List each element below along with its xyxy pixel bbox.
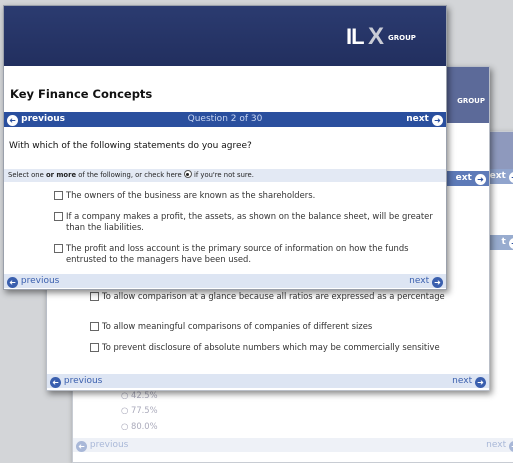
- next-arrow-icon[interactable]: ➜: [475, 174, 486, 185]
- previous-arrow-icon[interactable]: ➜: [7, 277, 18, 288]
- option-text: To allow meaningful comparisons of compa…: [102, 321, 373, 331]
- ilx-group-logo: IL X GROUP: [346, 23, 436, 50]
- radio-option-label: 77.5%: [130, 405, 158, 415]
- not-sure-radio[interactable]: [183, 170, 192, 178]
- radio-dot-icon: [186, 172, 190, 176]
- option-text: If a company makes a profit, the assets,…: [66, 211, 433, 232]
- checkbox[interactable]: [90, 292, 99, 301]
- checkbox[interactable]: [54, 244, 63, 253]
- instruction-bold: or more: [45, 171, 77, 179]
- option-partial[interactable]: To allow comparison at a glance because …: [90, 291, 484, 302]
- next-link[interactable]: t: [502, 237, 506, 247]
- option-text: To prevent disclosure of absolute number…: [102, 342, 440, 352]
- option[interactable]: To allow meaningful comparisons of compa…: [90, 321, 484, 332]
- checkbox[interactable]: [90, 343, 99, 352]
- option[interactable]: If a company makes a profit, the assets,…: [54, 211, 439, 233]
- next-arrow-icon[interactable]: ➜: [509, 441, 513, 452]
- previous-link[interactable]: previous: [21, 276, 59, 286]
- question-counter: Question 2 of 30: [187, 114, 263, 124]
- option-text: To allow comparison at a glance because …: [102, 291, 445, 301]
- logo-group-text: GROUP: [457, 97, 485, 105]
- next-arrow-icon[interactable]: ➜: [509, 172, 513, 183]
- radio-option[interactable]: ○ 80.0%: [121, 421, 158, 432]
- next-link[interactable]: ext: [456, 173, 472, 183]
- next-arrow-icon[interactable]: ➜: [475, 377, 486, 388]
- next-link[interactable]: next: [486, 440, 506, 450]
- previous-link[interactable]: previous: [64, 376, 102, 386]
- instruction-bar: Select one or more of the following, or …: [4, 169, 446, 182]
- window-back-footer: ➜ previous next ➜: [73, 438, 513, 452]
- window-front-banner: IL X GROUP: [4, 6, 446, 66]
- question-text: With which of the following statements d…: [9, 141, 252, 151]
- logo-x: X: [368, 23, 385, 50]
- option[interactable]: To prevent disclosure of absolute number…: [90, 342, 484, 353]
- radio-option[interactable]: ○ 77.5%: [121, 405, 158, 416]
- instruction-prefix: Select one: [8, 171, 44, 179]
- radio-option-label: 42.5%: [130, 390, 158, 400]
- front-footer: ➜ previous next ➜: [4, 274, 446, 288]
- option-text: The owners of the business are known as …: [66, 190, 316, 200]
- page-title: Key Finance Concepts: [10, 87, 153, 101]
- instruction-suffix: if you're not sure.: [193, 171, 254, 179]
- next-link[interactable]: next: [452, 376, 472, 386]
- option[interactable]: The owners of the business are known as …: [54, 190, 439, 201]
- next-arrow-icon[interactable]: ➜: [509, 238, 513, 249]
- next-link[interactable]: ext: [490, 171, 506, 181]
- radio-option[interactable]: ○ 42.5%: [121, 390, 158, 401]
- next-link[interactable]: next: [406, 114, 429, 124]
- previous-arrow-icon[interactable]: ➜: [50, 377, 61, 388]
- option-text: The profit and loss account is the prima…: [66, 243, 409, 264]
- option[interactable]: The profit and loss account is the prima…: [54, 243, 439, 265]
- question-nav-bar: ➜ previous Question 2 of 30 next ➜: [4, 112, 446, 127]
- previous-link[interactable]: previous: [90, 440, 128, 450]
- checkbox[interactable]: [54, 191, 63, 200]
- logo-group: GROUP: [388, 34, 416, 42]
- window-front: IL X GROUP Key Finance Concepts ➜ previo…: [3, 5, 447, 290]
- checkbox[interactable]: [54, 212, 63, 221]
- radio-option-label: 80.0%: [130, 421, 158, 431]
- previous-arrow-icon[interactable]: ➜: [76, 441, 87, 452]
- logo-letters: IL: [346, 24, 365, 49]
- next-link[interactable]: next: [409, 276, 429, 286]
- checkbox[interactable]: [90, 322, 99, 331]
- instruction-middle: of the following, or check here: [78, 171, 182, 179]
- next-arrow-icon[interactable]: ➜: [432, 277, 443, 288]
- next-arrow-icon[interactable]: ➜: [432, 115, 443, 126]
- window-middle-footer: ➜ previous next ➜: [47, 374, 489, 388]
